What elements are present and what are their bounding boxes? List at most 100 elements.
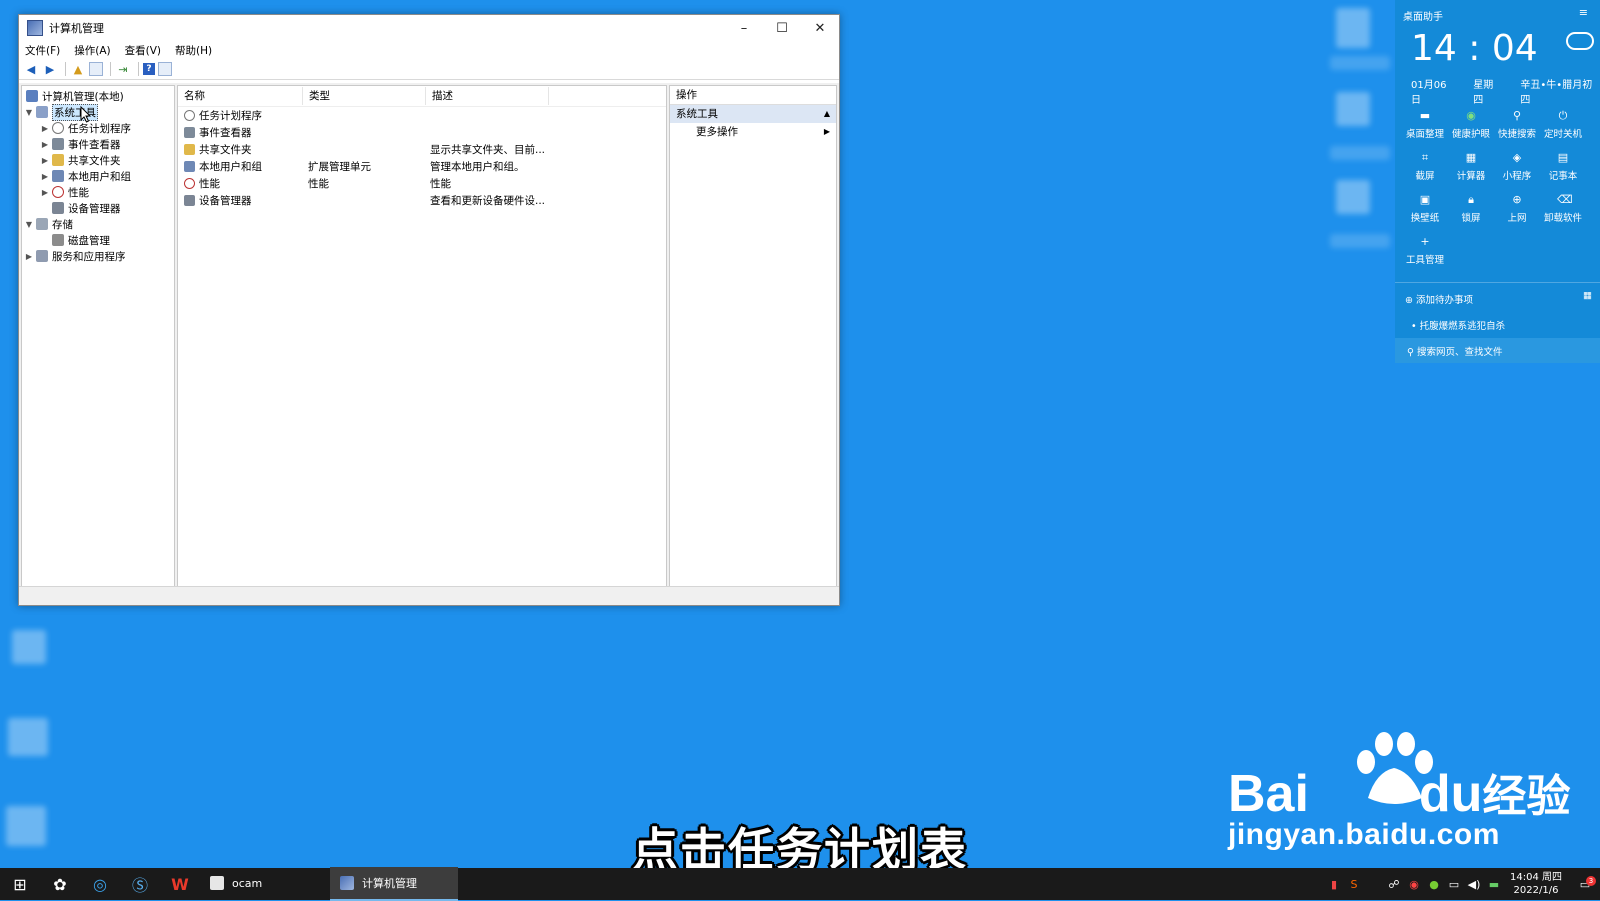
- chevron-right-icon[interactable]: ▶: [40, 124, 50, 133]
- column-header-type[interactable]: 类型: [303, 87, 426, 105]
- widget-weekday: 星期四: [1473, 80, 1494, 106]
- menu-help[interactable]: 帮助(H): [175, 43, 212, 58]
- tree-item-disk-management[interactable]: 磁盘管理: [50, 232, 110, 248]
- export-list-icon[interactable]: ⇥: [115, 61, 131, 77]
- chevron-right-icon[interactable]: ▶: [40, 140, 50, 149]
- edge-browser-icon[interactable]: ◎: [80, 868, 120, 900]
- search-icon: ⚲: [1407, 347, 1417, 358]
- taskbar-app-label: 计算机管理: [362, 877, 417, 890]
- wps-office-icon[interactable]: W: [160, 868, 200, 900]
- add-todo-link[interactable]: ⊕ 添加待办事项: [1405, 292, 1473, 306]
- tool-wallpaper[interactable]: ▣ 换壁纸: [1401, 193, 1449, 225]
- chevron-right-icon[interactable]: ▶: [40, 156, 50, 165]
- users-icon: [52, 170, 64, 182]
- menu-view[interactable]: 查看(V): [125, 43, 161, 58]
- taskbar-app-ocam[interactable]: ocam: [200, 867, 322, 901]
- tool-desktop-organize[interactable]: ▬ 桌面整理: [1401, 109, 1449, 141]
- tree-label: 服务和应用程序: [52, 250, 126, 263]
- tree-item-device-manager[interactable]: 设备管理器: [50, 200, 121, 216]
- table-row[interactable]: 任务计划程序: [178, 107, 666, 124]
- chevron-right-icon[interactable]: ▶: [24, 252, 34, 261]
- more-actions-item[interactable]: 更多操作 ▶: [670, 123, 836, 141]
- tool-lock-screen[interactable]: 🔒︎ 锁屏: [1447, 194, 1495, 225]
- tool-internet[interactable]: ⊕ 上网: [1493, 194, 1541, 225]
- table-row[interactable]: 本地用户和组 扩展管理单元 管理本地用户和组。: [178, 158, 666, 175]
- tree-item-root[interactable]: 计算机管理(本地): [24, 88, 124, 104]
- display-tray-icon[interactable]: ▭: [1444, 878, 1464, 891]
- widget-search-box[interactable]: ⚲ 搜索网页、查找文件: [1395, 338, 1600, 363]
- collapse-up-icon[interactable]: ▲: [824, 105, 830, 123]
- widget-lunar-date: 辛丑•牛•腊月初四: [1520, 80, 1593, 106]
- plus-icon: +: [1420, 235, 1430, 248]
- close-button[interactable]: ✕: [801, 15, 839, 41]
- tree-item-shared-folders[interactable]: ▶ 共享文件夹: [40, 152, 121, 168]
- taskbar-app-label: ocam: [232, 876, 263, 890]
- tool-uninstall[interactable]: ⌫ 卸载软件: [1539, 194, 1587, 225]
- monitor-icon: ▬: [1419, 109, 1431, 122]
- tool-label: 锁屏: [1461, 213, 1481, 224]
- sogou-browser-icon[interactable]: Ⓢ: [120, 868, 160, 900]
- pdf-tray-icon[interactable]: ▮: [1324, 878, 1344, 891]
- toolbar-separator: [65, 62, 66, 76]
- cloud-weather-icon[interactable]: [1566, 32, 1594, 50]
- tool-calculator[interactable]: ▦ 计算器: [1447, 152, 1495, 183]
- security-tray-icon[interactable]: ●: [1424, 878, 1444, 891]
- chevron-down-icon[interactable]: ▼: [24, 108, 34, 117]
- tool-quick-search[interactable]: ⚲ 快捷搜索: [1493, 110, 1541, 141]
- widget-date: 01月06日: [1411, 80, 1447, 106]
- qr-code-icon[interactable]: ▦: [1583, 290, 1592, 301]
- title-bar[interactable]: 计算机管理 – ☐ ✕: [19, 15, 839, 41]
- crop-icon: ⌗: [1421, 151, 1429, 164]
- start-windows-icon[interactable]: ⊞: [0, 868, 40, 900]
- toolbar: ◀ ▶ ▲ ⇥ ?: [19, 59, 839, 80]
- taskbar-date: 2022/1/6: [1513, 885, 1559, 896]
- table-row[interactable]: 共享文件夹 显示共享文件夹、目前...: [178, 141, 666, 158]
- volume-tray-icon[interactable]: ◀): [1464, 878, 1484, 891]
- minimize-button[interactable]: –: [725, 15, 763, 41]
- shared-folder-icon: [52, 154, 64, 166]
- table-row[interactable]: 事件查看器: [178, 124, 666, 141]
- chevron-right-icon[interactable]: ▶: [40, 188, 50, 197]
- tool-timed-shutdown[interactable]: ⏻ 定时关机: [1539, 110, 1587, 141]
- desktop-icon-blur: [1330, 56, 1390, 70]
- column-header-name[interactable]: 名称: [178, 87, 303, 105]
- maximize-button[interactable]: ☐: [763, 15, 801, 41]
- app-360-icon[interactable]: ✿: [40, 868, 80, 900]
- menu-action[interactable]: 操作(A): [74, 43, 110, 58]
- sogou-input-tray-icon[interactable]: S: [1344, 878, 1364, 891]
- tool-screenshot[interactable]: ⌗ 截屏: [1401, 151, 1449, 183]
- tree-item-local-users[interactable]: ▶ 本地用户和组: [40, 168, 131, 184]
- table-row[interactable]: 性能 性能 性能: [178, 175, 666, 192]
- show-hide-tree-icon[interactable]: [89, 62, 103, 76]
- news-tip[interactable]: • 托腹爆燃系逃犯自杀: [1411, 318, 1505, 332]
- network-tray-icon[interactable]: ☍: [1384, 878, 1404, 891]
- tree-item-services[interactable]: ▶ 服务和应用程序: [24, 248, 126, 264]
- taskbar-app-computer-management[interactable]: 计算机管理: [330, 867, 458, 901]
- tool-eye-care[interactable]: ◉ 健康护眼: [1447, 110, 1495, 141]
- tool-mini-program[interactable]: ◈ 小程序: [1493, 152, 1541, 183]
- record-tray-icon[interactable]: ◉: [1404, 878, 1424, 891]
- menu-file[interactable]: 文件(F): [25, 43, 60, 58]
- taskbar-clock[interactable]: 14:04 周四 2022/1/6: [1510, 871, 1562, 897]
- desktop-icon-blur: [1336, 8, 1370, 48]
- tree-item-performance[interactable]: ▶ 性能: [40, 184, 89, 200]
- forward-arrow-icon[interactable]: ▶: [42, 61, 58, 77]
- help-icon[interactable]: ?: [143, 63, 155, 75]
- tree-item-storage[interactable]: ▼ 存储: [24, 216, 73, 232]
- tool-notepad[interactable]: ▤ 记事本: [1539, 152, 1587, 183]
- tool-manage-tools[interactable]: + 工具管理: [1401, 235, 1449, 267]
- chevron-down-icon[interactable]: ▼: [24, 220, 34, 229]
- tool-label: 上网: [1507, 213, 1527, 224]
- actions-section-system-tools[interactable]: 系统工具 ▲: [670, 105, 836, 123]
- back-arrow-icon[interactable]: ◀: [23, 61, 39, 77]
- table-row[interactable]: 设备管理器 查看和更新设备硬件设...: [178, 192, 666, 209]
- tree-item-event-viewer[interactable]: ▶ 事件查看器: [40, 136, 121, 152]
- notification-center-icon[interactable]: ▭ 3: [1570, 875, 1600, 891]
- column-header-desc[interactable]: 描述: [426, 87, 549, 105]
- hamburger-menu-icon[interactable]: ≡: [1579, 6, 1588, 19]
- chevron-right-icon[interactable]: ▶: [40, 172, 50, 181]
- battery-tray-icon[interactable]: ▬: [1484, 878, 1504, 891]
- up-folder-icon[interactable]: ▲: [70, 61, 86, 77]
- image-icon: ▣: [1419, 193, 1431, 206]
- show-hide-action-pane-icon[interactable]: [158, 62, 172, 76]
